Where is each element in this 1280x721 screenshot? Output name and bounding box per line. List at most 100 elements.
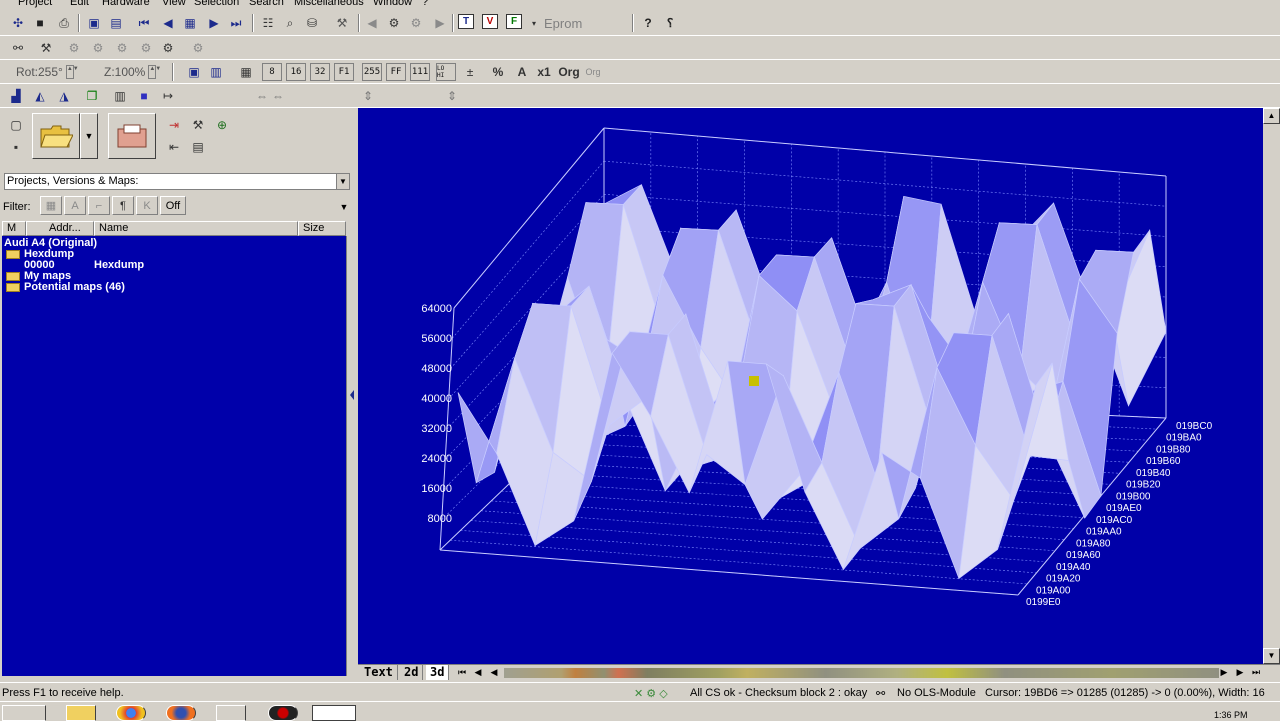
x1-button[interactable]: x1	[534, 63, 554, 81]
sign-icon[interactable]: ±	[460, 63, 480, 81]
copy-icon[interactable]: ❐	[82, 87, 102, 105]
help-icon[interactable]: ?	[638, 14, 658, 32]
column-size[interactable]: Size	[298, 221, 346, 236]
stop-icon[interactable]: ■	[134, 87, 154, 105]
find-icon[interactable]: ⌕	[280, 14, 300, 32]
gear2-icon[interactable]: ⚙	[88, 39, 108, 57]
open-project-button[interactable]	[32, 113, 80, 159]
gear6-icon[interactable]: ⚙	[188, 39, 208, 57]
original-button[interactable]: Org	[558, 63, 580, 81]
compare2-icon[interactable]: ⚙	[406, 14, 426, 32]
filter-a-button[interactable]: A	[64, 196, 86, 215]
print-icon[interactable]: ⎙	[54, 14, 74, 32]
percent-button[interactable]: %	[488, 63, 508, 81]
filter-b-button[interactable]: ⌐	[88, 196, 110, 215]
link-icon[interactable]: ⚯	[8, 39, 28, 57]
tree-scrollbar[interactable]	[346, 236, 356, 676]
column-name[interactable]: Name	[94, 221, 298, 236]
menu-miscellaneous[interactable]: Miscellaneous	[294, 0, 364, 8]
gear5-icon[interactable]: ⚙	[158, 39, 178, 57]
original2-button[interactable]: Org	[582, 63, 604, 81]
window3-icon[interactable]: ▤	[188, 138, 208, 156]
save-icon[interactable]: ▪	[6, 138, 26, 156]
next-page-icon[interactable]: ▶	[1234, 666, 1246, 679]
globe-icon[interactable]: ⊕	[212, 116, 232, 134]
db-icon[interactable]: ⛁	[302, 14, 322, 32]
window-icon[interactable]: ▣	[84, 14, 104, 32]
hex-overview-strip[interactable]	[504, 668, 1219, 678]
column-addr[interactable]: Addr...	[26, 221, 94, 236]
gear1-icon[interactable]: ⚙	[64, 39, 84, 57]
menu-hardware[interactable]: Hardware	[102, 0, 150, 8]
back-icon[interactable]: ◀	[362, 14, 382, 32]
dropdown-icon[interactable]: ▾	[524, 14, 544, 32]
filter-d-button[interactable]: K	[136, 196, 158, 215]
chart2-icon[interactable]: ◭	[30, 87, 50, 105]
filter-c-button[interactable]: ¶	[112, 196, 134, 215]
split2-icon[interactable]: ⇔	[268, 87, 288, 105]
view-mode2-icon[interactable]: ▥	[206, 63, 226, 81]
prev-icon[interactable]: ◀	[158, 14, 178, 32]
menu-view[interactable]: View	[162, 0, 186, 8]
map-3d-view[interactable]: 64000 56000 48000 40000 32000 24000 16000 8000 …	[358, 108, 1263, 664]
last-icon[interactable]: ⏭	[226, 14, 246, 32]
menu-edit[interactable]: Edit	[70, 0, 89, 8]
taskbar-winols-icon[interactable]	[312, 705, 356, 721]
filter-off-button[interactable]: Off	[160, 196, 186, 215]
window2-icon[interactable]: ▤	[106, 14, 126, 32]
new-icon[interactable]: ▢	[6, 116, 26, 134]
tool-icon[interactable]: ⚒	[332, 14, 352, 32]
project-manager-button[interactable]	[108, 113, 156, 159]
project-selector[interactable]: Projects, Versions & Maps: ▼	[4, 173, 350, 190]
start-button[interactable]	[2, 705, 46, 721]
context-help-icon[interactable]: ⸮	[660, 14, 680, 32]
scroll-down-icon[interactable]: ▼	[1263, 648, 1280, 664]
lohi-button[interactable]: LO HI	[436, 63, 456, 81]
tool2-icon[interactable]: ⚒	[36, 39, 56, 57]
width-8-button[interactable]: 8	[262, 63, 282, 81]
table-icon[interactable]: ▦	[180, 14, 200, 32]
import-icon[interactable]: ⇥	[164, 116, 184, 134]
next-small-icon[interactable]: ▶	[1218, 666, 1230, 679]
expand-icon[interactable]: ↦	[158, 87, 178, 105]
view-mode1-icon[interactable]: ▣	[184, 63, 204, 81]
taskbar-chrome-icon[interactable]	[116, 705, 146, 721]
view-mode3-icon[interactable]: ▦	[236, 63, 256, 81]
prev-small-icon[interactable]: ◀	[488, 666, 500, 679]
filter-grid-button[interactable]: ▦	[40, 196, 62, 215]
first-page-icon[interactable]: ⏮	[456, 666, 468, 679]
menu-selection[interactable]: Selection	[194, 0, 239, 8]
chart3-icon[interactable]: ◮	[54, 87, 74, 105]
scroll-up-icon[interactable]: ▲	[1263, 108, 1280, 124]
next-icon[interactable]: ▶	[204, 14, 224, 32]
open-dropdown-button[interactable]: ▼	[80, 113, 98, 159]
width-16-button[interactable]: 16	[286, 63, 306, 81]
bin-111-button[interactable]: 111	[410, 63, 430, 81]
columns-icon[interactable]: ▥	[110, 87, 130, 105]
column-m[interactable]: M	[2, 221, 26, 236]
zoom-spinner[interactable]: Z:100% ▲▼	[104, 62, 161, 81]
last-page-icon[interactable]: ⏭	[1250, 666, 1262, 679]
gear3-icon[interactable]: ⚙	[112, 39, 132, 57]
forward-icon[interactable]: ▶	[430, 14, 450, 32]
menu-window[interactable]: Window	[373, 0, 412, 8]
graph-scrollbar[interactable]: ▲ ▼	[1263, 108, 1280, 664]
taskbar-app-icon[interactable]	[216, 705, 246, 721]
taskbar-record-icon[interactable]	[268, 705, 298, 721]
rotation-spinner[interactable]: Rot:255° ▲▼	[16, 62, 79, 81]
prev-page-icon[interactable]: ◀	[472, 666, 484, 679]
tool3-icon[interactable]: ⚒	[188, 116, 208, 134]
first-icon[interactable]: ⏮	[134, 14, 154, 32]
list-icon[interactable]: ☷	[258, 14, 278, 32]
menu-help[interactable]: ?	[422, 0, 428, 8]
split4-icon[interactable]: ⇕	[442, 87, 462, 105]
project-icon[interactable]: ✣	[8, 14, 28, 32]
tree-item-potential-maps[interactable]: Potential maps (46)	[6, 282, 125, 293]
menu-project[interactable]: Project	[18, 0, 52, 8]
menu-search[interactable]: Search	[249, 0, 284, 8]
delta-button[interactable]: A	[512, 63, 532, 81]
chevron-down-icon[interactable]: ▼	[336, 174, 349, 189]
surface-chart[interactable]: 640005600048000400003200024000160008000 …	[358, 108, 1263, 664]
function-icon[interactable]: F	[506, 14, 522, 29]
compare-icon[interactable]: ⚙	[384, 14, 404, 32]
